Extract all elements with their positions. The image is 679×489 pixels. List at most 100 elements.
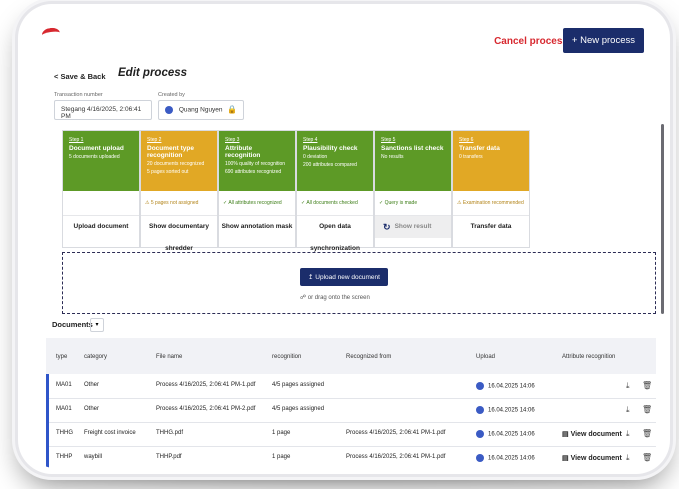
cell-upload: 16.04.2025 14:06 bbox=[476, 382, 535, 390]
transaction-number-field[interactable]: Stegang 4/16/2025, 2:06:41 PM bbox=[54, 100, 152, 120]
cell-recognition: 1 page bbox=[272, 454, 291, 460]
show-documentary-shredder-button[interactable]: Show documentary shredder bbox=[141, 215, 217, 252]
col-category[interactable]: category bbox=[84, 354, 107, 360]
lock-icon: 🔒 bbox=[227, 105, 237, 114]
view-document-button[interactable]: ▤ View document bbox=[562, 454, 622, 462]
document-icon: ▤ bbox=[562, 431, 571, 438]
page-title: Edit process bbox=[118, 67, 188, 79]
cell-type: THHG bbox=[56, 430, 73, 436]
user-avatar-icon bbox=[476, 382, 484, 390]
col-upload[interactable]: Upload bbox=[476, 354, 495, 360]
step-summary-secondary: 200 attributes compared bbox=[303, 162, 357, 168]
col-file-name[interactable]: File name bbox=[156, 354, 182, 360]
cell-type: MA01 bbox=[56, 382, 72, 388]
step-card-document-type-recognition: Step 2 Document type recognition 20 docu… bbox=[140, 130, 218, 252]
cell-file-name[interactable]: THHP.pdf bbox=[156, 454, 182, 460]
show-result-button[interactable]: ↻ Show result bbox=[375, 215, 451, 238]
transfer-data-button[interactable]: Transfer data bbox=[453, 215, 529, 238]
refresh-icon[interactable]: ↻ bbox=[383, 216, 391, 238]
step-status: ⚠ 5 pages not assigned bbox=[145, 200, 199, 206]
step-label[interactable]: Step 1 bbox=[69, 137, 133, 143]
step-summary: 0 deviation bbox=[303, 154, 328, 160]
step-card-sanctions-list-check: Step 5 Sanctions list check No results ✓… bbox=[374, 130, 452, 248]
cell-file-name[interactable]: Process 4/16/2025, 2:06:41 PM-2.pdf bbox=[156, 406, 255, 412]
col-type[interactable]: type bbox=[56, 354, 67, 360]
step-name: Sanctions list check bbox=[381, 145, 444, 152]
table-row[interactable]: MA01 Other Process 4/16/2025, 2:06:41 PM… bbox=[46, 398, 656, 423]
step-summary: 20 documents recognized bbox=[147, 161, 205, 167]
col-recognized-from[interactable]: Recognized from bbox=[346, 354, 391, 360]
step-status: ✓ All documents checked bbox=[301, 200, 358, 206]
step-label[interactable]: Step 3 bbox=[225, 137, 289, 143]
download-icon[interactable]: ⤓ bbox=[626, 381, 630, 391]
step-label[interactable]: Step 5 bbox=[381, 137, 445, 143]
device-edge bbox=[661, 124, 664, 314]
drop-hint: ☍ or drag onto the screen bbox=[300, 295, 370, 301]
step-card-attribute-recognition: Step 3 Attribute recognition 100% qualit… bbox=[218, 130, 296, 248]
step-card-header: Step 2 Document type recognition 20 docu… bbox=[141, 131, 217, 191]
cell-category: Freight cost invoice bbox=[84, 430, 136, 436]
cell-upload: 16.04.2025 14:06 bbox=[476, 430, 535, 438]
cell-recognized-from: Process 4/16/2025, 2:06:41 PM-1.pdf bbox=[346, 430, 446, 436]
open-data-synchronization-button[interactable]: Open data synchronization bbox=[297, 215, 373, 252]
drag-icon: ☍ bbox=[300, 295, 308, 301]
step-name: Document upload bbox=[69, 145, 124, 152]
cell-upload: 16.04.2025 14:06 bbox=[476, 406, 535, 414]
step-summary-secondary: 5 pages sorted out bbox=[147, 169, 189, 175]
row-marker bbox=[46, 446, 49, 468]
trash-icon[interactable]: 🗑 bbox=[642, 405, 652, 414]
trash-icon[interactable]: 🗑 bbox=[642, 453, 652, 462]
tablet-frame: Cancel process + New process < Save & Ba… bbox=[18, 4, 670, 474]
cell-category: waybill bbox=[84, 454, 103, 460]
user-avatar-icon bbox=[476, 430, 484, 438]
brand-logo bbox=[41, 26, 61, 42]
cell-category: Other bbox=[84, 382, 100, 388]
step-card-header: Step 6 Transfer data 0 transfers bbox=[453, 131, 529, 191]
table-row[interactable]: THHG Freight cost invoice THHG.pdf 1 pag… bbox=[46, 422, 656, 447]
cell-upload: 16.04.2025 14:06 bbox=[476, 454, 535, 462]
step-status: ⚠ Examination recommended bbox=[457, 200, 524, 206]
view-document-button[interactable]: ▤ View document bbox=[562, 430, 622, 438]
step-summary: 5 documents uploaded bbox=[69, 154, 120, 160]
col-attribute-recognition[interactable]: Attribute recognition bbox=[562, 354, 615, 360]
step-label[interactable]: Step 2 bbox=[147, 137, 211, 143]
chevron-down-icon: ▾ bbox=[95, 322, 99, 328]
trash-icon[interactable]: 🗑 bbox=[642, 381, 652, 390]
documents-heading: Documents bbox=[52, 320, 93, 329]
step-card-transfer-data: Step 6 Transfer data 0 transfers ⚠ Exami… bbox=[452, 130, 530, 248]
show-annotation-mask-button[interactable]: Show annotation mask bbox=[219, 215, 295, 238]
step-card-header: Step 5 Sanctions list check No results bbox=[375, 131, 451, 191]
upload-document-button[interactable]: Upload document bbox=[63, 215, 139, 238]
documents-dropdown[interactable]: ▾ bbox=[90, 318, 104, 332]
table-row[interactable]: MA01 Other Process 4/16/2025, 2:06:41 PM… bbox=[46, 374, 656, 399]
step-card-header: Step 4 Plausibility check 0 deviation 20… bbox=[297, 131, 373, 191]
download-icon[interactable]: ⤓ bbox=[626, 405, 630, 415]
top-bar: Cancel process + New process bbox=[32, 16, 656, 62]
cell-file-name[interactable]: THHG.pdf bbox=[156, 430, 183, 436]
document-icon: ▤ bbox=[562, 455, 571, 462]
cell-type: MA01 bbox=[56, 406, 72, 412]
save-back-link[interactable]: < Save & Back bbox=[54, 72, 106, 81]
step-status: ✓ Query is made bbox=[379, 200, 418, 206]
step-label[interactable]: Step 4 bbox=[303, 137, 367, 143]
trash-icon[interactable]: 🗑 bbox=[642, 429, 652, 438]
cancel-process-link[interactable]: Cancel process bbox=[494, 36, 568, 47]
col-recognition[interactable]: recognition bbox=[272, 354, 301, 360]
new-process-button[interactable]: + New process bbox=[562, 28, 644, 53]
table-row[interactable]: THHP waybill THHP.pdf 1 page Process 4/1… bbox=[46, 446, 656, 468]
user-avatar-icon bbox=[165, 106, 173, 114]
row-marker bbox=[46, 374, 49, 398]
row-marker bbox=[46, 398, 49, 422]
created-by-value: Quang Nguyen bbox=[178, 106, 223, 114]
table-header: type category File name recognition Reco… bbox=[46, 338, 656, 374]
upload-new-document-button[interactable]: ↥ Upload new document bbox=[300, 268, 388, 286]
cell-file-name[interactable]: Process 4/16/2025, 2:06:41 PM-1.pdf bbox=[156, 382, 255, 388]
step-status: ✓ All attributes recognized bbox=[223, 200, 282, 206]
download-icon[interactable]: ⤓ bbox=[626, 429, 630, 439]
transaction-number-label: Transaction number bbox=[54, 92, 103, 98]
cell-recognition: 4/5 pages assigned bbox=[272, 382, 325, 388]
download-icon[interactable]: ⤓ bbox=[626, 453, 630, 463]
transaction-number-value: Stegang 4/16/2025, 2:06:41 PM bbox=[61, 106, 142, 120]
step-label[interactable]: Step 6 bbox=[459, 137, 523, 143]
step-name: Document type recognition bbox=[147, 145, 194, 159]
